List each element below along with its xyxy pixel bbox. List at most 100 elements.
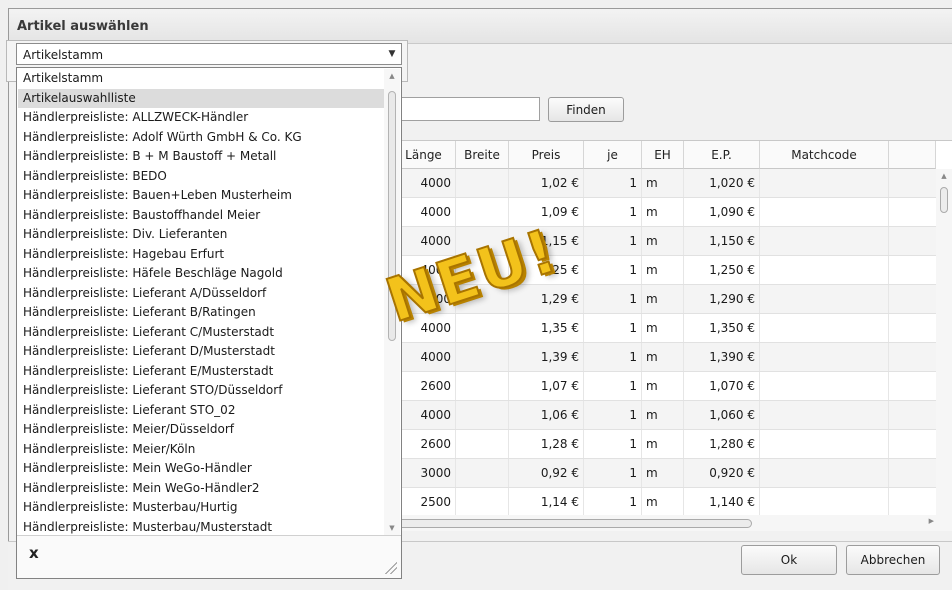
table-cell: 1,150 € xyxy=(684,227,760,255)
table-cell: 1,02 € xyxy=(509,169,584,197)
table-cell: m xyxy=(642,256,684,284)
dropdown-item[interactable]: Händlerpreisliste: Lieferant B/Ratingen xyxy=(18,303,384,323)
table-cell: m xyxy=(642,198,684,226)
resize-grip-icon[interactable] xyxy=(385,562,397,574)
table-cell: 1,020 € xyxy=(684,169,760,197)
dropdown-item[interactable]: Händlerpreisliste: Musterbau/Musterstadt xyxy=(18,518,384,536)
table-cell: 1 xyxy=(584,256,642,284)
table-cell: m xyxy=(642,430,684,458)
table-cell xyxy=(456,459,509,487)
table-cell xyxy=(760,256,889,284)
ok-button[interactable]: Ok xyxy=(741,545,837,575)
table-cell: 1,39 € xyxy=(509,343,584,371)
grid-header-cell[interactable]: EH xyxy=(642,141,684,169)
scroll-up-icon[interactable]: ▲ xyxy=(936,169,952,183)
table-cell: 1,35 € xyxy=(509,314,584,342)
cancel-button[interactable]: Abbrechen xyxy=(846,545,940,575)
table-cell: 1 xyxy=(584,169,642,197)
scroll-up-icon[interactable]: ▲ xyxy=(384,69,400,83)
dropdown-item[interactable]: Händlerpreisliste: Lieferant STO/Düsseld… xyxy=(18,381,384,401)
dropdown-item[interactable]: Händlerpreisliste: Mein WeGo-Händler2 xyxy=(18,479,384,499)
table-cell xyxy=(456,401,509,429)
table-cell xyxy=(760,169,889,197)
dropdown-item[interactable]: Artikelauswahlliste xyxy=(18,88,384,108)
search-input[interactable] xyxy=(392,97,540,121)
dropdown-item[interactable]: Händlerpreisliste: Adolf Würth GmbH & Co… xyxy=(18,128,384,148)
table-cell: 1,250 € xyxy=(684,256,760,284)
table-cell: 1,140 € xyxy=(684,488,760,516)
table-cell: 1 xyxy=(584,198,642,226)
table-cell xyxy=(456,372,509,400)
table-cell: 1 xyxy=(584,488,642,516)
dropdown-item[interactable]: Händlerpreisliste: Meier/Köln xyxy=(18,440,384,460)
table-cell: 1 xyxy=(584,227,642,255)
dropdown-item[interactable]: Artikelstamm xyxy=(18,69,384,89)
dropdown-item[interactable]: Händlerpreisliste: Lieferant E/Mustersta… xyxy=(18,362,384,382)
grid-header-cell[interactable]: E.P. xyxy=(684,141,760,169)
scrollbar-thumb[interactable] xyxy=(940,187,948,213)
table-cell xyxy=(456,488,509,516)
table-cell xyxy=(760,285,889,313)
dropdown-item[interactable]: Händlerpreisliste: Hagebau Erfurt xyxy=(18,245,384,265)
grid-header-cell[interactable]: Breite xyxy=(456,141,509,169)
scroll-down-icon[interactable]: ▼ xyxy=(384,521,400,535)
dropdown-item[interactable]: Händlerpreisliste: B + M Baustoff + Meta… xyxy=(18,147,384,167)
grid-header-cell xyxy=(889,141,936,169)
table-cell: m xyxy=(642,372,684,400)
grid-vertical-scrollbar[interactable]: ▲ xyxy=(936,169,952,516)
dropdown-item[interactable]: Händlerpreisliste: Lieferant D/Mustersta… xyxy=(18,342,384,362)
table-cell xyxy=(760,314,889,342)
table-cell: 1,290 € xyxy=(684,285,760,313)
table-cell: 1,060 € xyxy=(684,401,760,429)
table-cell xyxy=(456,314,509,342)
dropdown-item[interactable]: Händlerpreisliste: Musterbau/Hurtig xyxy=(18,498,384,518)
dropdown-item[interactable]: Händlerpreisliste: Div. Lieferanten xyxy=(18,225,384,245)
table-cell: m xyxy=(642,227,684,255)
table-cell: 1,280 € xyxy=(684,430,760,458)
table-cell: m xyxy=(642,459,684,487)
table-cell: m xyxy=(642,488,684,516)
dropdown-item[interactable]: Händlerpreisliste: Lieferant C/Mustersta… xyxy=(18,323,384,343)
table-cell: 1 xyxy=(584,401,642,429)
dropdown-item[interactable]: Händlerpreisliste: BEDO xyxy=(18,167,384,187)
table-cell: 1,28 € xyxy=(509,430,584,458)
source-combobox-value: Artikelstamm xyxy=(23,48,104,62)
table-cell xyxy=(456,343,509,371)
dropdown-item[interactable]: Händlerpreisliste: Meier/Düsseldorf xyxy=(18,420,384,440)
table-cell: 1,390 € xyxy=(684,343,760,371)
table-cell: m xyxy=(642,401,684,429)
table-cell xyxy=(760,401,889,429)
dropdown-item[interactable]: Händlerpreisliste: Lieferant A/Düsseldor… xyxy=(18,284,384,304)
table-cell xyxy=(760,430,889,458)
grid-header-cell[interactable]: je xyxy=(584,141,642,169)
table-cell xyxy=(760,227,889,255)
dropdown-item[interactable]: Händlerpreisliste: Lieferant STO_02 xyxy=(18,401,384,421)
dropdown-item[interactable]: Händlerpreisliste: Mein WeGo-Händler xyxy=(18,459,384,479)
dropdown-item[interactable]: Händlerpreisliste: Häfele Beschläge Nago… xyxy=(18,264,384,284)
dropdown-item[interactable]: Händlerpreisliste: Baustoffhandel Meier xyxy=(18,206,384,226)
close-icon[interactable]: x xyxy=(29,544,39,562)
find-button[interactable]: Finden xyxy=(548,97,624,122)
dropdown-item[interactable]: Händlerpreisliste: Bauen+Leben Musterhei… xyxy=(18,186,384,206)
table-cell xyxy=(760,459,889,487)
table-cell: 1,14 € xyxy=(509,488,584,516)
grid-header-cell[interactable]: Preis xyxy=(509,141,584,169)
dropdown-item[interactable]: Händlerpreisliste: ALLZWECK-Händler xyxy=(18,108,384,128)
scroll-right-icon[interactable]: ▶ xyxy=(929,517,934,525)
table-cell: 1 xyxy=(584,314,642,342)
table-cell: 1,07 € xyxy=(509,372,584,400)
source-combobox[interactable]: Artikelstamm ▼ xyxy=(16,43,402,65)
table-cell: m xyxy=(642,169,684,197)
table-cell: 1 xyxy=(584,285,642,313)
dropdown-items: Artikelstamm Artikelauswahlliste Händlerpr… xyxy=(18,69,384,535)
table-cell xyxy=(760,488,889,516)
title-bar: Artikel auswählen xyxy=(9,9,952,44)
chevron-down-icon[interactable]: ▼ xyxy=(383,44,401,64)
table-cell: m xyxy=(642,285,684,313)
table-cell xyxy=(760,372,889,400)
source-dropdown-list[interactable]: Artikelstamm Artikelauswahlliste Händlerpr… xyxy=(16,67,402,579)
table-cell: 1,350 € xyxy=(684,314,760,342)
grid-header-cell[interactable]: Matchcode xyxy=(760,141,889,169)
table-cell xyxy=(456,430,509,458)
table-cell: m xyxy=(642,314,684,342)
